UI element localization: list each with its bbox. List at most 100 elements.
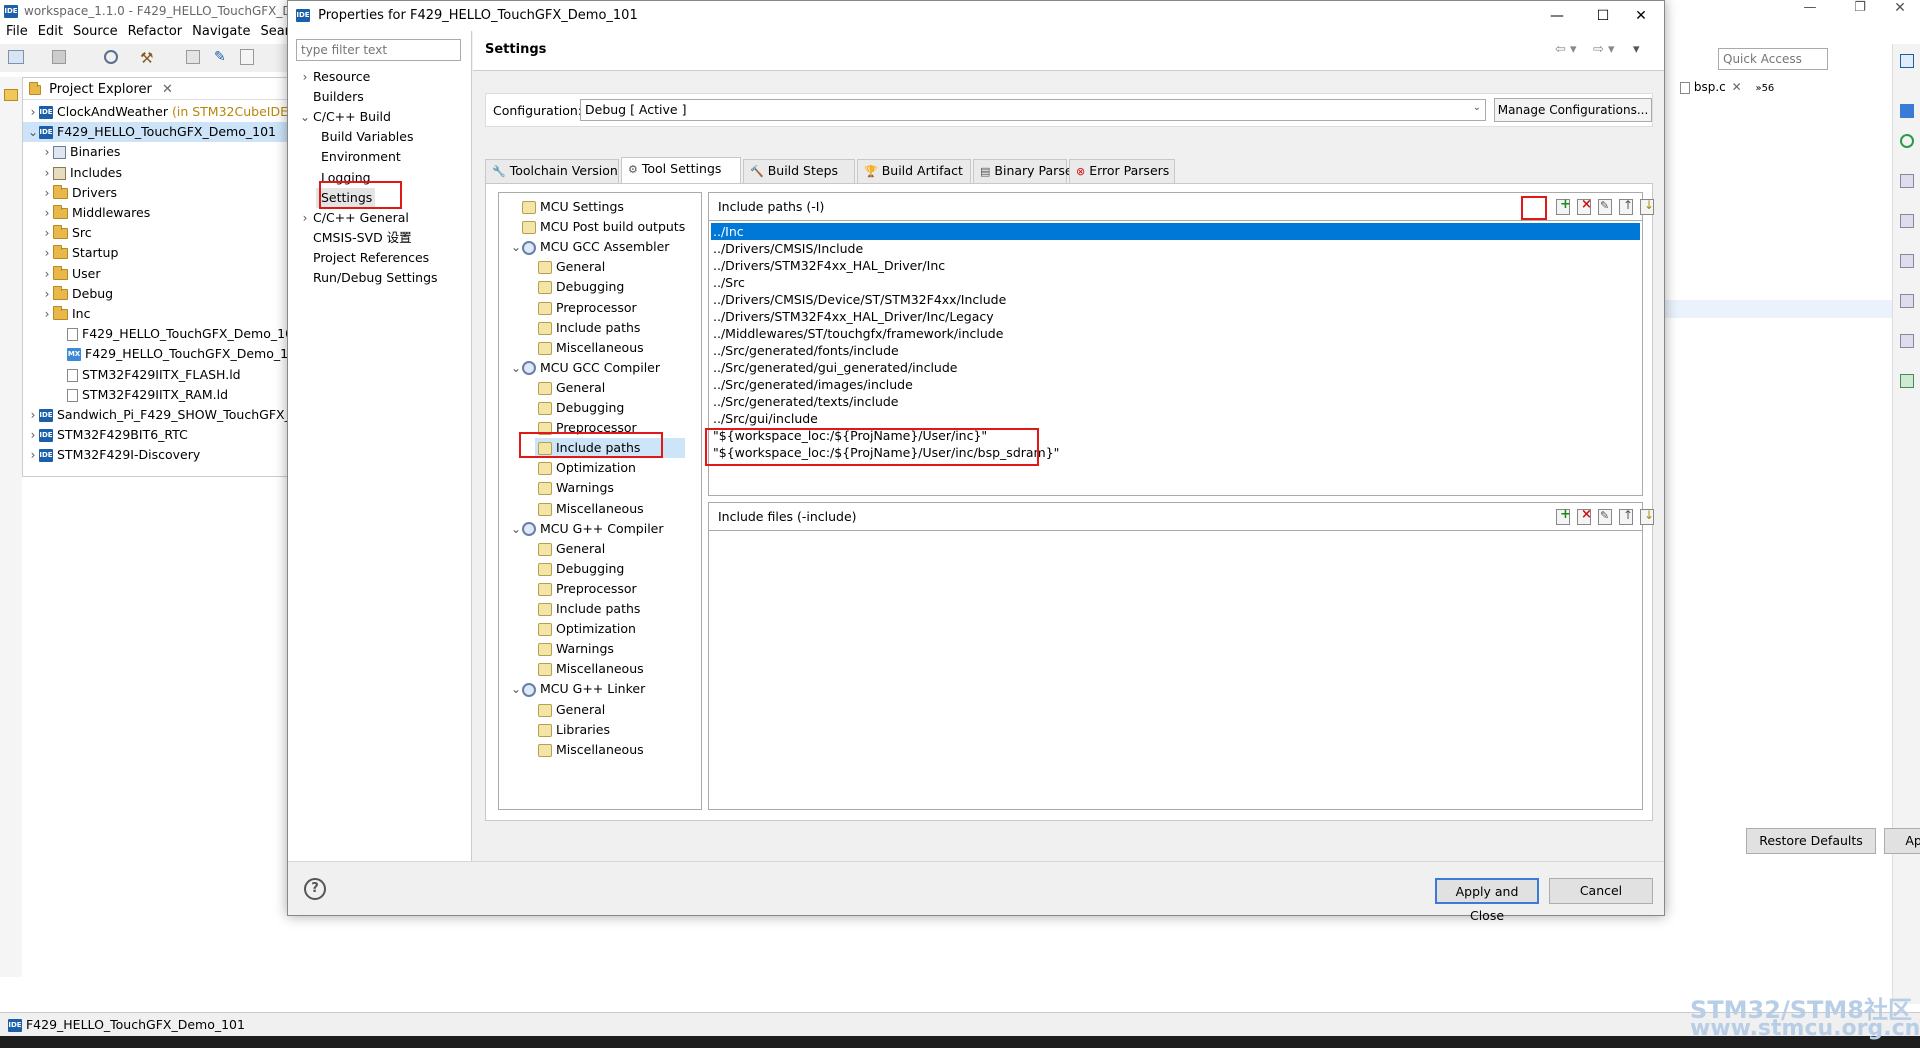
move-up-file-button[interactable] [1617,507,1637,527]
configuration-select[interactable]: Debug [ Active ] ⌄ [580,99,1486,121]
view-menu-icon[interactable]: ▾ [1633,42,1640,57]
restore-defaults-button[interactable]: Restore Defaults [1746,828,1876,854]
include-path-item[interactable]: ../Drivers/CMSIS/Device/ST/STM32F4xx/Inc… [711,291,1640,308]
memory-icon[interactable] [1900,214,1914,228]
tab-binary-parsers[interactable]: ▤ Binary Parsers [973,159,1084,183]
tool-tree-item[interactable]: ⌄ MCU G++ Linker [507,679,648,699]
add-file-button[interactable] [1554,507,1574,527]
delete-file-button[interactable] [1575,507,1595,527]
menu-edit[interactable]: Edit [38,24,63,39]
menu-source[interactable]: Source [73,24,118,39]
tool-tree-item[interactable]: Optimization [535,619,639,639]
include-path-item[interactable]: ../Middlewares/ST/touchgfx/framework/inc… [711,325,1640,342]
tool-tree-item[interactable]: Debugging [535,277,627,297]
quick-access-input[interactable] [1718,48,1828,70]
save-icon[interactable] [52,50,66,64]
nav-item-run-debug-settings[interactable]: Run/Debug Settings [296,268,441,288]
tool-tree-item[interactable]: ⌄ MCU GCC Compiler [507,358,663,378]
git-icon[interactable] [1900,374,1914,388]
project-tree-item[interactable]: › Binaries [23,142,289,162]
include-path-item[interactable]: ../Src/generated/images/include [711,376,1640,393]
menu-navigate[interactable]: Navigate [192,24,250,39]
nav-item-c-c-build[interactable]: ⌄ C/C++ Build [296,107,394,127]
debug-icon[interactable] [186,50,200,64]
expand-toggle-icon[interactable]: › [41,243,53,263]
apply-button[interactable]: Apply [1884,828,1920,854]
project-tree-item[interactable]: STM32F429IITX_FLASH.ld [23,365,289,385]
nav-item-settings[interactable]: Settings [316,187,376,208]
tool-tree-item[interactable]: ⌄ MCU G++ Compiler [507,519,667,539]
tools-icon[interactable] [240,49,254,65]
include-path-item[interactable]: ../Src/generated/texts/include [711,393,1640,410]
tool-tree-item[interactable]: MCU Post build outputs [507,217,688,237]
expand-toggle-icon[interactable]: › [41,203,53,223]
expand-toggle-icon[interactable]: ⌄ [510,237,522,257]
project-tree-item[interactable]: › Inc [23,304,289,324]
tool-tree-item[interactable]: Optimization [535,458,639,478]
tool-tree-item[interactable]: Preprocessor [535,298,640,318]
problems-icon[interactable] [1900,294,1914,308]
folder-icon[interactable] [4,89,18,101]
tab-build-steps[interactable]: 🔨 Build Steps [743,159,855,183]
tool-tree-item[interactable]: ⌄ MCU GCC Assembler [507,237,672,257]
tool-tree-item[interactable]: Miscellaneous [535,740,647,760]
project-tree-item[interactable]: › Includes [23,163,289,183]
project-tree-item[interactable]: › IDE STM32F429BIT6_RTC [23,425,289,445]
move-up-path-button[interactable] [1617,197,1637,217]
apply-and-close-button[interactable]: Apply and Close [1435,878,1539,923]
tool-tree-item[interactable]: Miscellaneous [535,338,647,358]
add-path-button[interactable] [1554,197,1574,217]
project-tree-item[interactable]: STM32F429IITX_RAM.ld [23,385,289,405]
tab-build-artifact[interactable]: 🏆 Build Artifact [857,159,971,183]
nav-item-builders[interactable]: Builders [296,87,367,107]
menu-file[interactable]: File [6,24,28,39]
tool-tree-item[interactable]: Debugging [535,559,627,579]
menu-refactor[interactable]: Refactor [128,24,183,39]
run-icon[interactable]: ✎ [214,49,226,65]
tasks-icon[interactable] [1900,334,1914,348]
nav-item-project-references[interactable]: Project References [296,248,432,268]
include-path-item[interactable]: ../Drivers/CMSIS/Include [711,240,1640,257]
expand-toggle-icon[interactable]: › [27,445,39,465]
cancel-button[interactable]: Cancel [1549,878,1653,904]
eclipse-restore-button[interactable]: ❐ [1840,0,1880,15]
tab-error-parsers[interactable]: ⊗ Error Parsers [1069,159,1175,183]
project-tree-item[interactable]: › Drivers [23,183,289,203]
registers-icon[interactable] [1900,174,1914,188]
expand-toggle-icon[interactable]: › [41,163,53,183]
nav-toggle-icon[interactable]: › [299,67,311,87]
project-tree-item[interactable]: ⌄IDE F429_HELLO_TouchGFX_Demo_101 [23,122,289,143]
eclipse-close-button[interactable]: ✕ [1880,0,1920,16]
outline-icon[interactable] [1900,104,1914,118]
tool-tree-item[interactable]: Miscellaneous [535,499,647,519]
tool-tree-item[interactable]: Libraries [535,720,613,740]
tool-tree-item[interactable]: Miscellaneous [535,659,647,679]
more-tabs-indicator[interactable]: »56 [1755,83,1774,94]
expand-toggle-icon[interactable]: › [41,142,53,162]
forward-arrow-icon[interactable]: ⇨ ▾ [1593,42,1615,57]
project-tree-item[interactable]: › IDE Sandwich_Pi_F429_SHOW_TouchGFX_D [23,405,289,425]
include-path-item[interactable]: ../Src/gui/include [711,410,1640,427]
expand-toggle-icon[interactable]: ⌄ [27,122,39,142]
expand-toggle-icon[interactable]: › [41,264,53,284]
include-path-item[interactable]: ../Src [711,274,1640,291]
nav-toggle-icon[interactable]: ⌄ [299,107,311,127]
nav-item-resource[interactable]: › Resource [296,67,373,87]
tool-tree-item[interactable]: Include paths [535,599,643,619]
include-path-item[interactable]: "${workspace_loc:/${ProjName}/User/inc}" [711,427,1640,444]
target-icon[interactable] [1900,134,1914,148]
tab-tool-settings[interactable]: ⚙ Tool Settings [621,157,741,183]
expand-toggle-icon[interactable]: › [41,223,53,243]
expand-toggle-icon[interactable]: › [41,304,53,324]
tool-tree-item[interactable]: Preprocessor [535,418,640,438]
dialog-close-button[interactable]: ✕ [1618,1,1664,31]
include-path-item[interactable]: "${workspace_loc:/${ProjName}/User/inc/b… [711,444,1640,461]
close-view-icon[interactable]: ✕ [162,82,173,97]
tool-tree-item[interactable]: MCU Settings [507,197,627,217]
new-icon[interactable] [8,50,24,64]
project-tree-item[interactable]: F429_HELLO_TouchGFX_Demo_101 [23,324,289,344]
tool-tree-item[interactable]: Debugging [535,398,627,418]
include-path-item[interactable]: ../Inc [711,223,1640,240]
build-gear-icon[interactable] [104,50,118,64]
expand-toggle-icon[interactable]: › [27,102,39,122]
